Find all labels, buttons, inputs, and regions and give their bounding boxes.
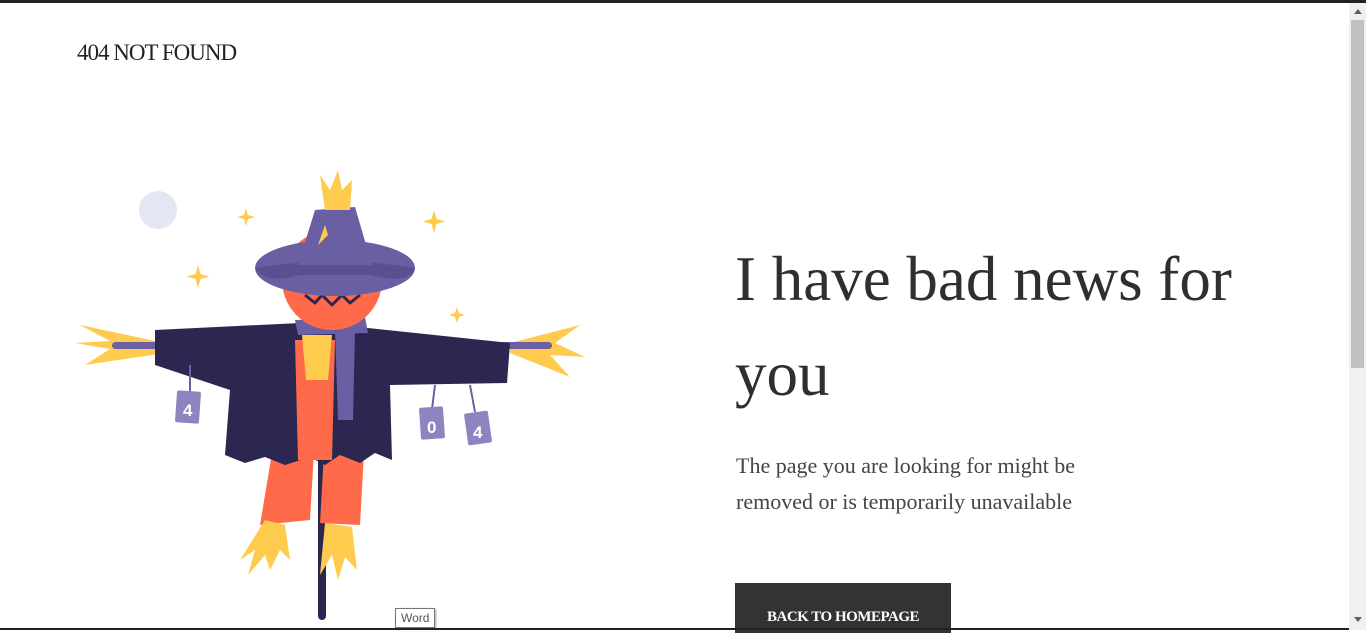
page-subtext: The page you are looking for might be re…	[736, 453, 1076, 514]
vertical-scrollbar[interactable]	[1349, 3, 1366, 630]
site-logo-text[interactable]: 404 NOT FOUND	[77, 40, 237, 66]
page-headline: I have bad news for you	[735, 244, 1232, 409]
scrollbar-thumb[interactable]	[1351, 20, 1364, 368]
can-label-right: 4	[473, 423, 483, 442]
scroll-up-arrow-icon[interactable]	[1349, 3, 1366, 20]
word-tooltip: Word	[395, 608, 436, 628]
scarecrow-illustration: 4 0 4	[75, 170, 585, 620]
window-top-border	[0, 0, 1366, 3]
can-label-middle: 0	[427, 418, 436, 437]
back-to-homepage-button[interactable]: BACK TO HOMEPAGE	[735, 583, 951, 633]
moon-shape	[139, 191, 177, 229]
scroll-down-arrow-icon[interactable]	[1349, 611, 1366, 628]
can-label-left: 4	[183, 401, 193, 420]
